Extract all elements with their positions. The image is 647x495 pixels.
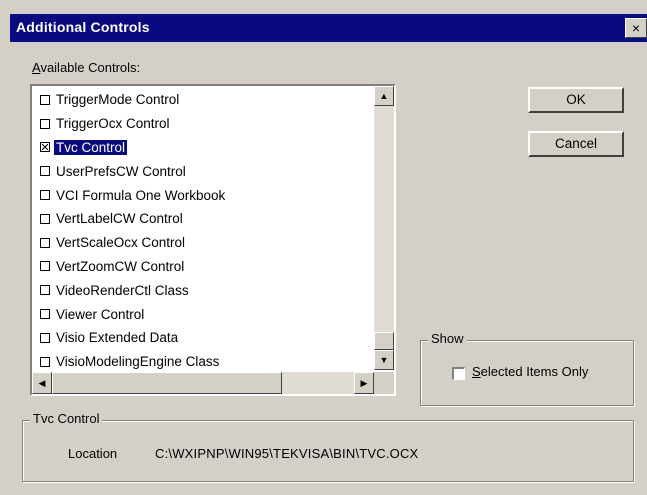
selected-items-only-checkbox[interactable] xyxy=(452,367,465,380)
list-item-label: VideoRenderCtl Class xyxy=(56,282,189,298)
list-item-checkbox[interactable] xyxy=(40,309,50,320)
horizontal-scrollbar[interactable]: ◀ ▶ xyxy=(32,372,374,394)
list-item-label: Viewer Control xyxy=(56,306,145,322)
down-arrow-icon: ▼ xyxy=(379,355,389,365)
list-item[interactable]: VideoRenderCtl Class xyxy=(34,278,374,302)
list-item-label: Tvc Control xyxy=(54,139,128,155)
show-group-label: Show xyxy=(428,331,467,346)
left-arrow-icon: ◀ xyxy=(38,378,46,388)
list-item-label: VertZoomCW Control xyxy=(56,258,185,274)
list-item[interactable]: VertScaleOcx Control xyxy=(34,231,374,255)
list-item-checkbox[interactable] xyxy=(40,94,50,105)
list-item-label: TriggerOcx Control xyxy=(56,116,170,132)
list-rows: TriggerMode Control TriggerOcx Control Tvc… xyxy=(34,88,374,374)
list-item-label: VCI Formula One Workbook xyxy=(56,187,226,203)
list-item-checkbox[interactable] xyxy=(40,142,50,153)
list-item-label: UserPrefsCW Control xyxy=(56,163,186,179)
vertical-scroll-thumb[interactable] xyxy=(374,332,394,350)
location-value: C:\WXIPNP\WIN95\TEKVISA\BIN\TVC.OCX xyxy=(155,446,419,461)
scroll-down-button[interactable]: ▼ xyxy=(374,350,394,370)
list-item-checkbox[interactable] xyxy=(40,118,50,129)
list-item-checkbox[interactable] xyxy=(40,213,50,224)
horizontal-scroll-thumb[interactable] xyxy=(52,372,282,394)
list-item[interactable]: TriggerMode Control xyxy=(34,88,374,112)
list-item-checkbox[interactable] xyxy=(40,237,50,248)
scroll-up-button[interactable]: ▲ xyxy=(374,86,394,106)
list-item[interactable]: VertZoomCW Control xyxy=(34,255,374,279)
list-item-label: TriggerMode Control xyxy=(56,92,180,108)
cancel-button[interactable]: Cancel xyxy=(528,131,624,157)
list-item[interactable]: Visio Extended Data xyxy=(34,326,374,350)
selected-items-only-accel: S xyxy=(472,364,481,379)
selected-items-only-label-text: elected Items Only xyxy=(480,364,589,379)
location-label: Location xyxy=(68,446,118,461)
list-item-label: VertScaleOcx Control xyxy=(56,235,186,251)
available-controls-label: Available Controls: xyxy=(32,60,140,75)
list-item[interactable]: VCI Formula One Workbook xyxy=(34,183,374,207)
scroll-left-button[interactable]: ◀ xyxy=(32,372,52,394)
vertical-scrollbar[interactable]: ▲ ▼ xyxy=(374,86,394,370)
list-item[interactable]: Tvc Control xyxy=(34,136,374,160)
available-controls-label-text: vailable Controls: xyxy=(40,60,141,75)
ok-button[interactable]: OK xyxy=(528,87,624,113)
list-item[interactable]: VisioModelingEngine Class xyxy=(34,350,374,374)
list-item-checkbox[interactable] xyxy=(40,285,50,296)
list-item[interactable]: TriggerOcx Control xyxy=(34,112,374,136)
up-arrow-icon: ▲ xyxy=(379,91,389,101)
list-item-checkbox[interactable] xyxy=(40,261,50,272)
scroll-right-button[interactable]: ▶ xyxy=(354,372,374,394)
close-icon: × xyxy=(631,20,641,36)
control-details-group-label: Tvc Control xyxy=(30,411,103,426)
list-item-checkbox[interactable] xyxy=(40,166,50,177)
title-bar: Additional Controls × xyxy=(10,14,647,42)
list-item-label: VertLabelCW Control xyxy=(56,211,183,227)
close-button[interactable]: × xyxy=(625,18,647,38)
list-item[interactable]: Viewer Control xyxy=(34,302,374,326)
list-item-checkbox[interactable] xyxy=(40,190,50,201)
list-item-label: Visio Extended Data xyxy=(56,330,179,346)
available-controls-list[interactable]: TriggerMode Control TriggerOcx Control Tvc… xyxy=(30,84,396,396)
list-item-checkbox[interactable] xyxy=(40,356,50,367)
additional-controls-dialog: Additional Controls × Available Controls… xyxy=(0,0,647,495)
list-item[interactable]: VertLabelCW Control xyxy=(34,207,374,231)
dialog-title: Additional Controls xyxy=(16,19,150,35)
selected-items-only-label[interactable]: Selected Items Only xyxy=(472,364,588,379)
list-item[interactable]: UserPrefsCW Control xyxy=(34,159,374,183)
list-item-checkbox[interactable] xyxy=(40,332,50,343)
right-arrow-icon: ▶ xyxy=(360,378,368,388)
list-item-label: VisioModelingEngine Class xyxy=(56,354,220,370)
scrollbar-corner xyxy=(374,372,394,394)
